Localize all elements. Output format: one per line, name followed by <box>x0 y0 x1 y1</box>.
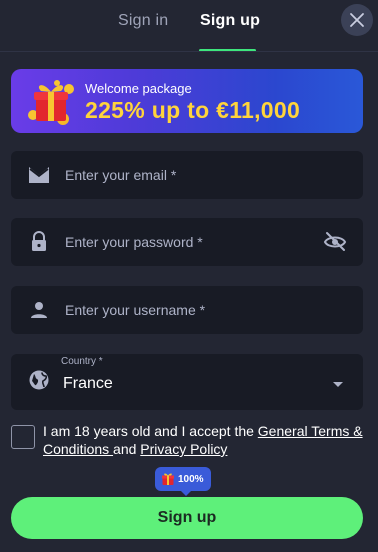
chevron-down-icon <box>333 382 343 387</box>
username-placeholder: Enter your username * <box>65 302 206 318</box>
lock-icon <box>32 231 46 251</box>
auth-tabs: Sign in Sign up <box>0 0 378 52</box>
globe-icon <box>29 370 49 390</box>
gift-icon <box>162 473 174 485</box>
welcome-promo-banner: Welcome package 225% up to €11,000 <box>11 69 363 133</box>
email-placeholder: Enter your email * <box>65 167 177 183</box>
country-label: Country * <box>61 356 103 367</box>
bonus-badge: 100% <box>155 467 211 496</box>
terms-checkbox[interactable] <box>11 425 35 449</box>
tab-sign-in[interactable]: Sign in <box>118 12 168 30</box>
terms-text: I am 18 years old and I accept the Gener… <box>43 422 368 458</box>
tab-sign-up[interactable]: Sign up <box>200 12 260 30</box>
country-select[interactable]: Country * France <box>11 354 363 410</box>
tabs-divider <box>0 51 378 52</box>
email-icon <box>29 167 49 183</box>
sign-up-button-label: Sign up <box>157 509 217 526</box>
sign-up-button[interactable]: Sign up <box>11 497 363 539</box>
promo-title: 225% up to €11,000 <box>85 97 301 123</box>
password-placeholder: Enter your password * <box>65 234 203 250</box>
terms-text-before: I am 18 years old and I accept the <box>43 423 258 439</box>
privacy-policy-link[interactable]: Privacy Policy <box>140 441 227 457</box>
email-field[interactable]: Enter your email * <box>11 151 363 199</box>
gift-icon <box>28 80 74 125</box>
username-field[interactable]: Enter your username * <box>11 286 363 334</box>
eye-off-icon[interactable] <box>323 230 347 254</box>
promo-subtitle: Welcome package <box>85 81 192 96</box>
close-icon <box>350 13 364 27</box>
bonus-badge-text: 100% <box>178 473 204 485</box>
country-value: France <box>63 375 113 392</box>
user-icon <box>31 302 47 318</box>
password-field[interactable]: Enter your password * <box>11 218 363 266</box>
terms-text-and: and <box>113 441 141 457</box>
close-button[interactable] <box>341 4 373 36</box>
